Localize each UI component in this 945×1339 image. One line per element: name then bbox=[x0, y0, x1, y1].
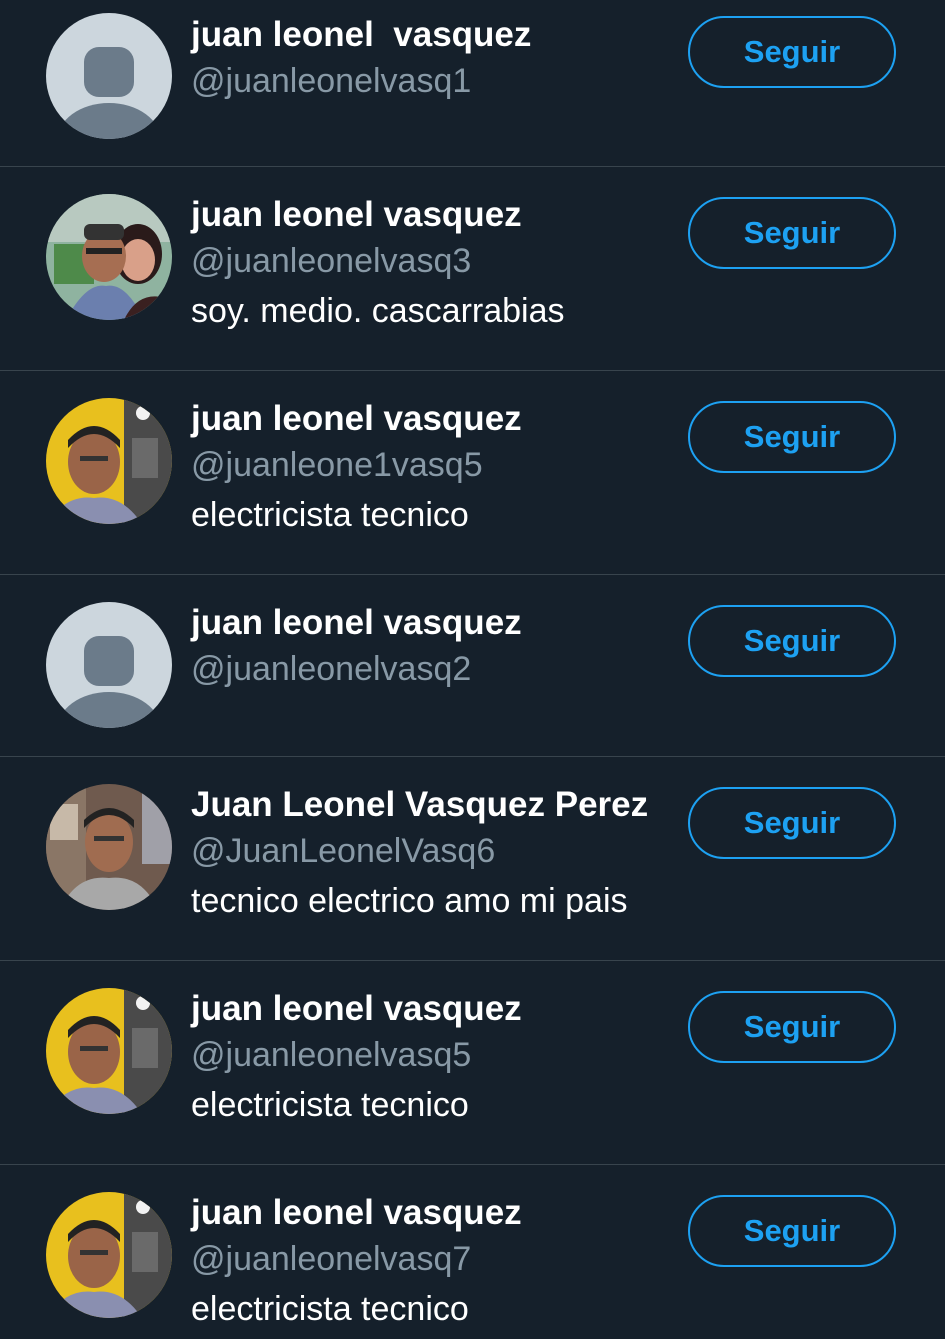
user-handle: @juanleone1vasq5 bbox=[191, 446, 483, 484]
follow-button[interactable]: Seguir bbox=[688, 787, 896, 859]
user-row[interactable]: juan leonel vasquez @juanleonelvasq7 ele… bbox=[0, 1165, 945, 1339]
user-row[interactable]: juan leonel vasquez @juanleonelvasq5 ele… bbox=[0, 961, 945, 1165]
default-profile-icon[interactable] bbox=[46, 602, 172, 728]
follow-button[interactable]: Seguir bbox=[688, 197, 896, 269]
user-name: juan leonel vasquez bbox=[191, 15, 532, 54]
follow-button[interactable]: Seguir bbox=[688, 605, 896, 677]
user-row[interactable]: Juan Leonel Vasquez Perez @JuanLeonelVas… bbox=[0, 757, 945, 961]
user-info: juan leonel vasquez @juanleonelvasq3 soy… bbox=[191, 192, 681, 336]
user-bio: soy. medio. cascarrabias bbox=[191, 292, 565, 330]
user-info: juan leonel vasquez @juanleone1vasq5 ele… bbox=[191, 396, 681, 540]
follow-button[interactable]: Seguir bbox=[688, 1195, 896, 1267]
user-name: juan leonel vasquez bbox=[191, 603, 522, 642]
user-name: juan leonel vasquez bbox=[191, 1193, 522, 1232]
user-row[interactable]: juan leonel vasquez @juanleone1vasq5 ele… bbox=[0, 371, 945, 575]
user-info: Juan Leonel Vasquez Perez @JuanLeonelVas… bbox=[191, 782, 681, 926]
user-info: juan leonel vasquez @juanleonelvasq2 bbox=[191, 600, 681, 692]
couple-photo[interactable] bbox=[46, 194, 172, 320]
user-row[interactable]: juan leonel vasquez @juanleonelvasq3 soy… bbox=[0, 167, 945, 371]
man-yellow-background-photo[interactable] bbox=[46, 1192, 172, 1318]
user-name: juan leonel vasquez bbox=[191, 989, 522, 1028]
user-info: juan leonel vasquez @juanleonelvasq5 ele… bbox=[191, 986, 681, 1130]
user-bio: tecnico electrico amo mi pais bbox=[191, 882, 628, 920]
user-info: juan leonel vasquez @juanleonelvasq7 ele… bbox=[191, 1190, 681, 1334]
follow-button[interactable]: Seguir bbox=[688, 401, 896, 473]
user-handle: @juanleonelvasq3 bbox=[191, 242, 472, 280]
user-row[interactable]: juan leonel vasquez @juanleonelvasq2 Seg… bbox=[0, 575, 945, 757]
user-name: juan leonel vasquez bbox=[191, 399, 522, 438]
user-list: juan leonel vasquez @juanleonelvasq1 Seg… bbox=[0, 0, 945, 1339]
man-yellow-background-photo[interactable] bbox=[46, 398, 172, 524]
user-handle: @juanleonelvasq7 bbox=[191, 1240, 472, 1278]
user-bio: electricista tecnico bbox=[191, 1086, 469, 1124]
user-handle: @juanleonelvasq5 bbox=[191, 1036, 472, 1074]
user-handle: @juanleonelvasq1 bbox=[191, 62, 472, 100]
user-bio: electricista tecnico bbox=[191, 496, 469, 534]
user-name: juan leonel vasquez bbox=[191, 195, 522, 234]
user-name: Juan Leonel Vasquez Perez bbox=[191, 785, 649, 824]
follow-button[interactable]: Seguir bbox=[688, 991, 896, 1063]
man-yellow-background-photo[interactable] bbox=[46, 988, 172, 1114]
default-profile-icon[interactable] bbox=[46, 13, 172, 139]
man-office-photo[interactable] bbox=[46, 784, 172, 910]
user-bio: electricista tecnico bbox=[191, 1290, 469, 1328]
user-info: juan leonel vasquez @juanleonelvasq1 bbox=[191, 12, 681, 104]
user-handle: @juanleonelvasq2 bbox=[191, 650, 472, 688]
user-row[interactable]: juan leonel vasquez @juanleonelvasq1 Seg… bbox=[0, 0, 945, 167]
follow-button[interactable]: Seguir bbox=[688, 16, 896, 88]
user-handle: @JuanLeonelVasq6 bbox=[191, 832, 496, 870]
